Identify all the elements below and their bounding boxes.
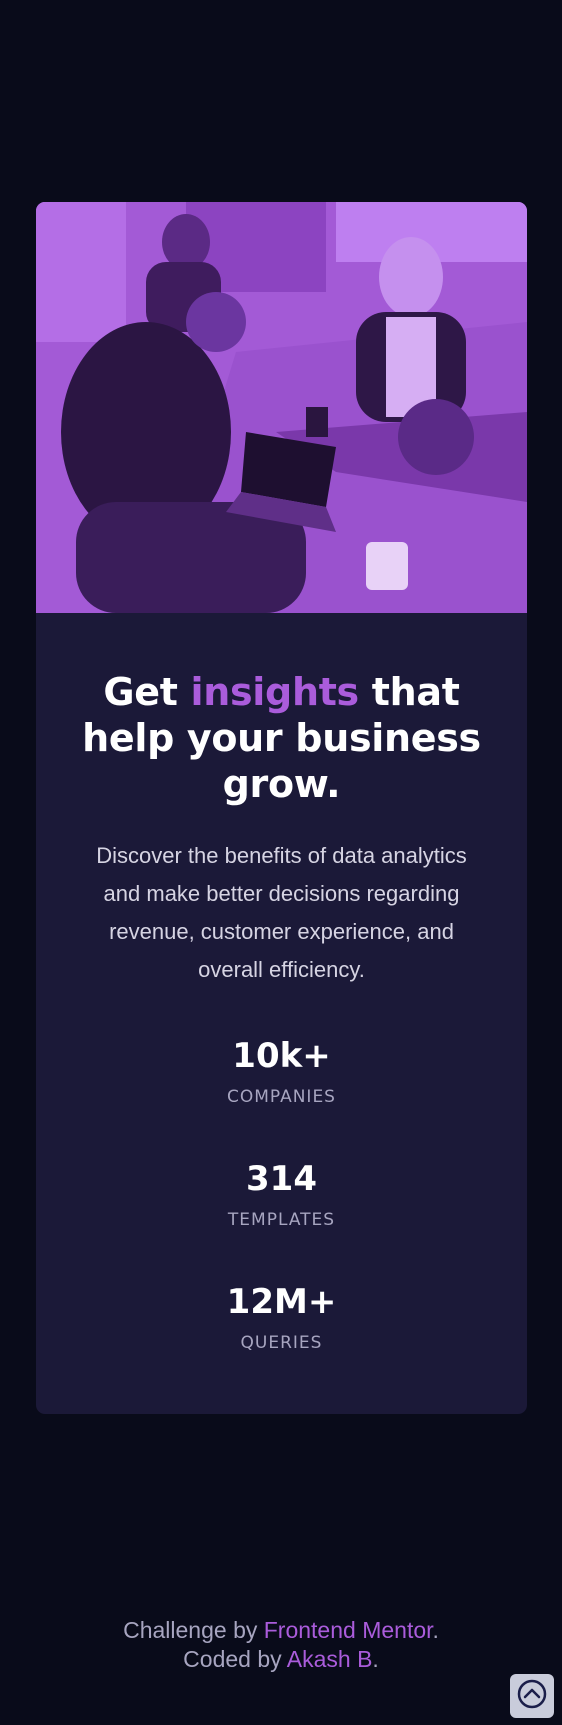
stat-label: COMPANIES xyxy=(227,1087,336,1107)
insights-card: Get insights that help your business gro… xyxy=(36,202,527,1414)
stat-value: 12M+ xyxy=(226,1282,337,1322)
frontend-mentor-link[interactable]: Frontend Mentor xyxy=(264,1617,433,1643)
headline: Get insights that help your business gro… xyxy=(82,670,481,806)
attribution-line-1: Challenge by Frontend Mentor. xyxy=(123,1617,439,1643)
scroll-to-top-button[interactable] xyxy=(510,1674,554,1718)
stat-templates: 314 TEMPLATES xyxy=(80,1158,483,1281)
stat-label: QUERIES xyxy=(240,1333,323,1353)
stat-value: 10k+ xyxy=(232,1036,331,1076)
chevron-up-circle-icon xyxy=(516,1678,548,1715)
stat-queries: 12M+ QUERIES xyxy=(80,1281,483,1404)
attribution-line-2: Coded by Akash B. xyxy=(183,1646,379,1672)
stats-list: 10k+ COMPANIES 314 TEMPLATES 12M+ QUERIE… xyxy=(80,1035,483,1404)
stat-label: TEMPLATES xyxy=(227,1210,336,1230)
author-link[interactable]: Akash B xyxy=(287,1646,373,1672)
headline-accent: insights xyxy=(190,670,360,714)
stat-companies: 10k+ COMPANIES xyxy=(80,1035,483,1158)
card-content: Get insights that help your business gro… xyxy=(36,669,527,1404)
attribution-footer: Challenge by Frontend Mentor. Coded by A… xyxy=(0,1616,562,1674)
stat-value: 314 xyxy=(246,1159,317,1199)
hero-image xyxy=(36,202,527,613)
description: Discover the benefits of data analytics … xyxy=(96,843,467,982)
